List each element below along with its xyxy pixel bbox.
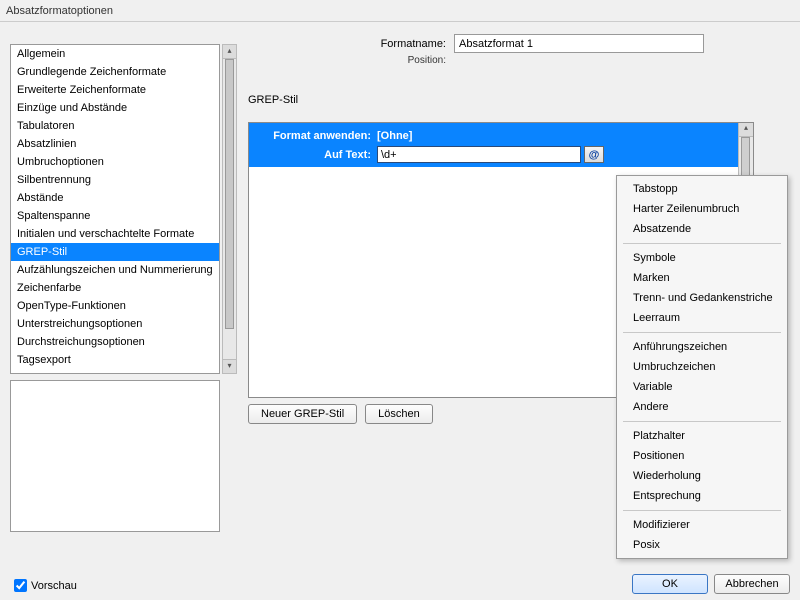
- sidebar-item[interactable]: OpenType-Funktionen: [11, 297, 219, 315]
- menu-item[interactable]: Platzhalter: [619, 426, 785, 446]
- dialog-window: Absatzformatoptionen AllgemeinGrundlegen…: [0, 0, 800, 600]
- formatname-label: Formatname:: [248, 38, 454, 50]
- formatname-row: Formatname:: [248, 34, 788, 53]
- menu-item[interactable]: Trenn- und Gedankenstriche: [619, 288, 785, 308]
- cancel-button[interactable]: Abbrechen: [714, 574, 790, 594]
- sidebar-item[interactable]: Einzüge und Abstände: [11, 99, 219, 117]
- menu-item[interactable]: Modifizierer: [619, 515, 785, 535]
- delete-button[interactable]: Löschen: [365, 404, 433, 424]
- scroll-up-icon[interactable]: ▴: [739, 123, 753, 137]
- preview-box: [10, 380, 220, 532]
- ok-button[interactable]: OK: [632, 574, 708, 594]
- menu-item[interactable]: Entsprechung: [619, 486, 785, 506]
- menu-separator: [623, 510, 781, 511]
- menu-item[interactable]: Wiederholung: [619, 466, 785, 486]
- titlebar: Absatzformatoptionen: [0, 0, 800, 22]
- sidebar-item[interactable]: Tagsexport: [11, 351, 219, 369]
- sidebar-item[interactable]: Unterstreichungsoptionen: [11, 315, 219, 333]
- menu-separator: [623, 421, 781, 422]
- at-icon: @: [589, 149, 600, 161]
- sidebar-item[interactable]: Zeichenfarbe: [11, 279, 219, 297]
- apply-format-value[interactable]: [Ohne]: [377, 130, 412, 142]
- preview-checkbox[interactable]: [14, 579, 27, 592]
- position-row: Position:: [248, 55, 788, 66]
- position-label: Position:: [248, 55, 454, 66]
- menu-item[interactable]: Positionen: [619, 446, 785, 466]
- new-grep-style-button[interactable]: Neuer GREP-Stil: [248, 404, 357, 424]
- grep-section-title: GREP-Stil: [248, 94, 788, 106]
- sidebar: AllgemeinGrundlegende ZeichenformateErwe…: [10, 44, 222, 534]
- menu-item[interactable]: Anführungszeichen: [619, 337, 785, 357]
- sidebar-item[interactable]: Aufzählungszeichen und Nummerierung: [11, 261, 219, 279]
- sidebar-item[interactable]: Umbruchoptionen: [11, 153, 219, 171]
- scroll-thumb[interactable]: [225, 59, 234, 329]
- category-list[interactable]: AllgemeinGrundlegende ZeichenformateErwe…: [10, 44, 220, 374]
- sidebar-item[interactable]: Silbentrennung: [11, 171, 219, 189]
- menu-item[interactable]: Harter Zeilenumbruch: [619, 199, 785, 219]
- menu-item[interactable]: Tabstopp: [619, 179, 785, 199]
- sidebar-item[interactable]: Tabulatoren: [11, 117, 219, 135]
- menu-separator: [623, 332, 781, 333]
- sidebar-item[interactable]: Allgemein: [11, 45, 219, 63]
- apply-format-label: Format anwenden:: [249, 130, 377, 142]
- preview-checkbox-group[interactable]: Vorschau: [14, 579, 77, 592]
- sidebar-scrollbar[interactable]: ▴ ▾: [222, 44, 237, 374]
- scroll-down-icon[interactable]: ▾: [223, 359, 236, 373]
- scroll-up-icon[interactable]: ▴: [223, 45, 236, 59]
- to-text-label: Auf Text:: [249, 149, 377, 161]
- sidebar-item[interactable]: Initialen und verschachtelte Formate: [11, 225, 219, 243]
- sidebar-item[interactable]: Erweiterte Zeichenformate: [11, 81, 219, 99]
- menu-item[interactable]: Variable: [619, 377, 785, 397]
- sidebar-item[interactable]: GREP-Stil: [11, 243, 219, 261]
- menu-item[interactable]: Andere: [619, 397, 785, 417]
- menu-item[interactable]: Marken: [619, 268, 785, 288]
- formatname-input[interactable]: [454, 34, 704, 53]
- preview-label: Vorschau: [31, 580, 77, 592]
- grep-text-input[interactable]: [377, 146, 581, 163]
- sidebar-item[interactable]: Grundlegende Zeichenformate: [11, 63, 219, 81]
- dialog-content: AllgemeinGrundlegende ZeichenformateErwe…: [0, 22, 800, 600]
- menu-separator: [623, 243, 781, 244]
- sidebar-item[interactable]: Absatzlinien: [11, 135, 219, 153]
- window-title: Absatzformatoptionen: [6, 5, 113, 17]
- grep-style-entry[interactable]: Format anwenden: [Ohne] Auf Text: @: [249, 123, 753, 167]
- special-chars-menu[interactable]: TabstoppHarter ZeilenumbruchAbsatzende Sy…: [616, 175, 788, 559]
- menu-item[interactable]: Symbole: [619, 248, 785, 268]
- menu-item[interactable]: Posix: [619, 535, 785, 555]
- sidebar-item[interactable]: Durchstreichungsoptionen: [11, 333, 219, 351]
- special-chars-button[interactable]: @: [584, 146, 604, 163]
- menu-item[interactable]: Umbruchzeichen: [619, 357, 785, 377]
- menu-item[interactable]: Leerraum: [619, 308, 785, 328]
- sidebar-item[interactable]: Spaltenspanne: [11, 207, 219, 225]
- footer: Vorschau OK Abbrechen: [0, 572, 800, 600]
- sidebar-item[interactable]: Abstände: [11, 189, 219, 207]
- menu-item[interactable]: Absatzende: [619, 219, 785, 239]
